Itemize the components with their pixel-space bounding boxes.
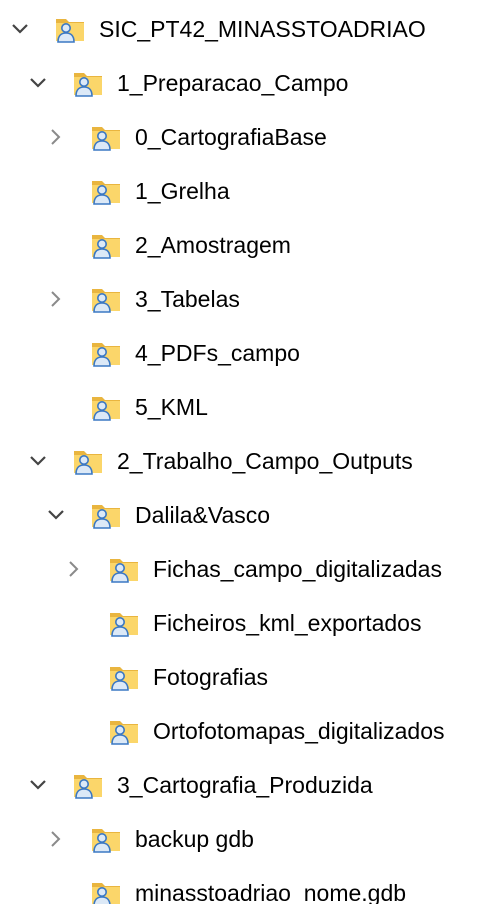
tree-item[interactable]: 1_Grelha [0,164,497,218]
tree-item-label: SIC_PT42_MINASSTOADRIAO [99,16,426,42]
tree-item[interactable]: backup gdb [0,812,497,866]
tree-item-label: Ortofotomapas_digitalizados [153,718,445,744]
chevron-collapsed-icon[interactable] [42,285,70,313]
shared-folder-icon [90,175,122,207]
folder-tree: SIC_PT42_MINASSTOADRIAO 1_Preparacao_Cam… [0,0,497,904]
tree-item-label: backup gdb [135,826,254,852]
chevron-expanded-icon[interactable] [42,501,70,529]
shared-folder-icon [72,67,104,99]
tree-item[interactable]: 4_PDFs_campo [0,326,497,380]
shared-folder-icon [90,823,122,855]
tree-item[interactable]: 3_Cartografia_Produzida [0,758,497,812]
tree-item-label: 5_KML [135,394,208,420]
tree-item[interactable]: Fotografias [0,650,497,704]
tree-item-label: 1_Grelha [135,178,230,204]
tree-item[interactable]: 2_Amostragem [0,218,497,272]
shared-folder-icon [90,121,122,153]
tree-item-label: Fotografias [153,664,269,690]
shared-folder-icon [90,283,122,315]
tree-item-label: minasstoadriao_nome.gdb [135,880,407,904]
shared-folder-icon [72,445,104,477]
tree-item-label: 0_CartografiaBase [135,124,327,150]
tree-item-label: 3_Cartografia_Produzida [117,772,373,798]
shared-folder-icon [90,499,122,531]
tree-item-label: Fichas_campo_digitalizadas [153,556,442,582]
tree-item[interactable]: 1_Preparacao_Campo [0,56,497,110]
shared-folder-icon [108,553,140,585]
chevron-expanded-icon[interactable] [24,771,52,799]
tree-item[interactable]: 5_KML [0,380,497,434]
shared-folder-icon [54,13,86,45]
tree-item-label: 4_PDFs_campo [135,340,300,366]
tree-item[interactable]: 2_Trabalho_Campo_Outputs [0,434,497,488]
chevron-collapsed-icon[interactable] [42,825,70,853]
shared-folder-icon [90,337,122,369]
shared-folder-icon [108,607,140,639]
tree-item-label: 2_Amostragem [135,232,291,258]
chevron-expanded-icon[interactable] [6,15,34,43]
chevron-expanded-icon[interactable] [24,447,52,475]
tree-item[interactable]: Ortofotomapas_digitalizados [0,704,497,758]
tree-item-label: 3_Tabelas [135,286,240,312]
chevron-collapsed-icon[interactable] [42,123,70,151]
tree-item[interactable]: Fichas_campo_digitalizadas [0,542,497,596]
tree-item[interactable]: 0_CartografiaBase [0,110,497,164]
tree-item-label: Dalila&Vasco [135,502,271,528]
tree-item[interactable]: minasstoadriao_nome.gdb [0,866,497,904]
shared-folder-icon [108,715,140,747]
shared-folder-icon [90,391,122,423]
tree-item[interactable]: Dalila&Vasco [0,488,497,542]
shared-folder-icon [108,661,140,693]
shared-folder-icon [72,769,104,801]
shared-folder-icon [90,877,122,904]
tree-item[interactable]: SIC_PT42_MINASSTOADRIAO [0,2,497,56]
chevron-collapsed-icon[interactable] [60,555,88,583]
tree-item[interactable]: 3_Tabelas [0,272,497,326]
tree-item-label: 1_Preparacao_Campo [117,70,349,96]
tree-item[interactable]: Ficheiros_kml_exportados [0,596,497,650]
tree-item-label: 2_Trabalho_Campo_Outputs [117,448,413,474]
shared-folder-icon [90,229,122,261]
tree-item-label: Ficheiros_kml_exportados [153,610,422,636]
chevron-expanded-icon[interactable] [24,69,52,97]
